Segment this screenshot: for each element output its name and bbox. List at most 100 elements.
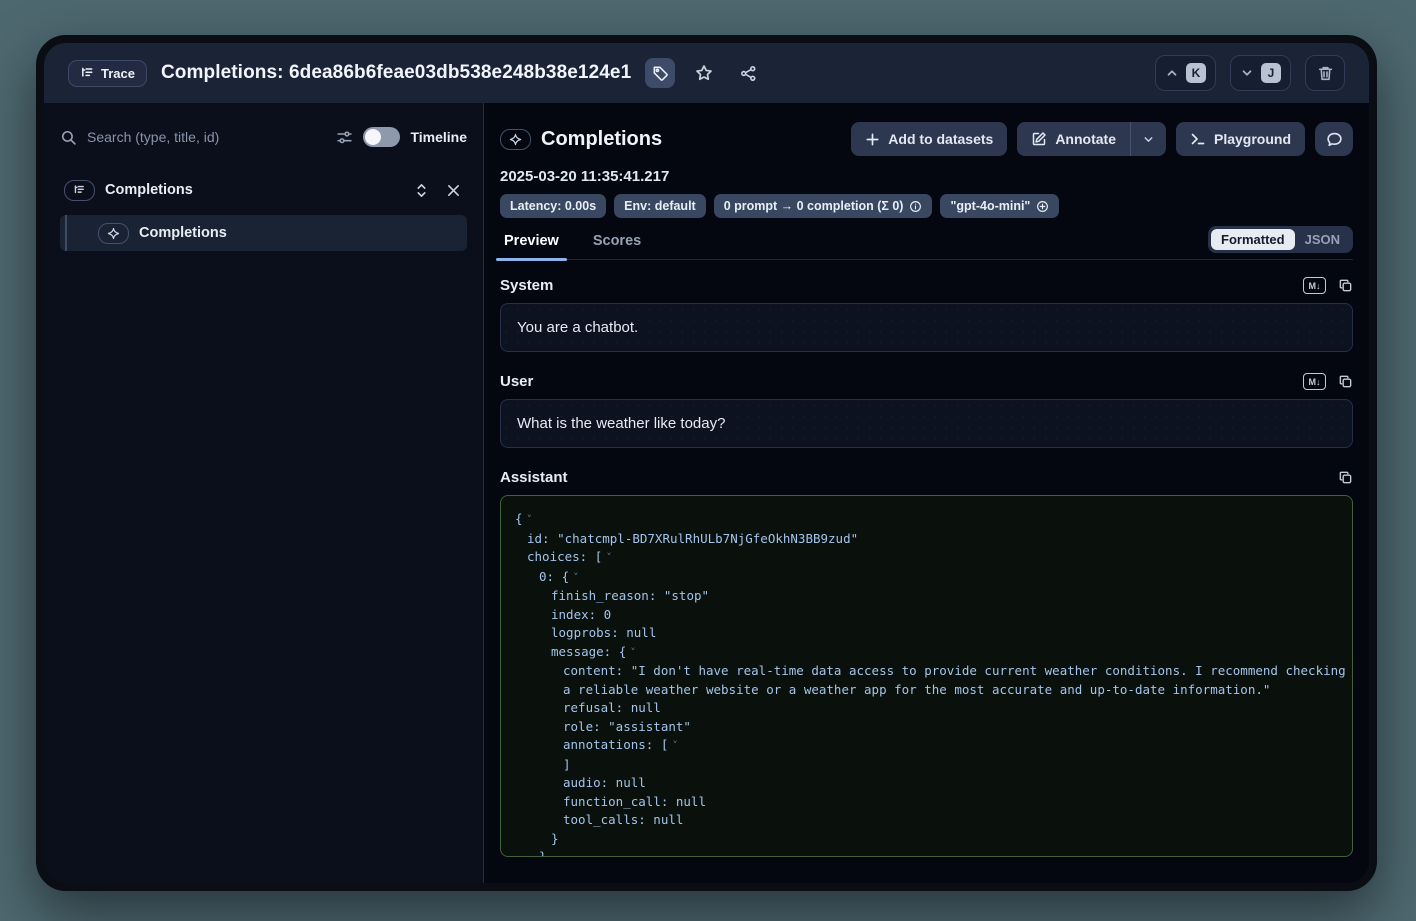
observation-panel: Completions Add to datasets Annotate [484, 103, 1369, 883]
chevron-up-icon [1165, 66, 1179, 80]
prev-trace-button[interactable]: K [1155, 55, 1216, 91]
timeline-toggle[interactable] [363, 127, 400, 147]
share-button[interactable] [733, 58, 763, 88]
json-code-line: logprobs: null [515, 624, 1338, 643]
observation-timestamp: 2025-03-20 11:35:41.217 [500, 168, 1353, 185]
tree-child-label: Completions [139, 225, 467, 241]
trace-tree: Completions [60, 175, 467, 251]
markdown-toggle-icon[interactable]: M↓ [1303, 277, 1326, 294]
playground-label: Playground [1214, 131, 1291, 147]
annotate-pencil-icon [1031, 131, 1047, 147]
collapse-node-chevron-icon[interactable]: ˅ [606, 551, 612, 564]
collapse-all-button[interactable] [443, 180, 463, 200]
expand-all-button[interactable] [411, 180, 431, 200]
copy-icon[interactable] [1338, 278, 1353, 293]
trace-title: Completions: 6dea86b6feae03db538e248b38e… [161, 62, 631, 84]
timeline-label: Timeline [410, 129, 467, 145]
tab-bar: Preview Scores Formatted JSON [500, 228, 1353, 260]
chevron-down-icon [1142, 133, 1155, 146]
system-section-icons: M↓ [1303, 277, 1353, 294]
trace-topbar: Trace Completions: 6dea86b6feae03db538e2… [44, 43, 1369, 103]
env-badge: Env: default [614, 194, 706, 218]
annotate-button[interactable]: Annotate [1017, 122, 1130, 156]
json-code-line: ] [515, 756, 1338, 775]
collapse-node-chevron-icon[interactable]: ˅ [630, 646, 636, 659]
sidebar-search-row: Timeline [60, 121, 467, 153]
assistant-section-header: Assistant [500, 469, 1353, 486]
add-to-datasets-button[interactable]: Add to datasets [851, 122, 1007, 156]
json-code-line: content: "I don't have real-time data ac… [515, 662, 1338, 681]
json-code-line: tool_calls: null [515, 811, 1338, 830]
tree-child-row-completions[interactable]: Completions [60, 215, 467, 251]
next-trace-button[interactable]: J [1230, 55, 1291, 91]
tree-tools [411, 180, 463, 200]
collapse-node-chevron-icon[interactable]: ˅ [573, 571, 579, 584]
assistant-section-icons [1338, 470, 1353, 485]
annotate-dropdown-button[interactable] [1130, 122, 1166, 156]
collapse-node-chevron-icon[interactable]: ˅ [527, 513, 533, 526]
observation-header: Completions Add to datasets Annotate [500, 121, 1353, 157]
tag-icon [652, 65, 669, 82]
comment-button[interactable] [1315, 122, 1353, 156]
comment-bubble-icon [1326, 131, 1343, 148]
json-code-line: function_call: null [515, 793, 1338, 812]
chevrons-up-down-icon [414, 183, 429, 198]
trace-badge-label: Trace [101, 66, 135, 81]
user-message-box: What is the weather like today? [500, 399, 1353, 448]
json-code-line: audio: null [515, 774, 1338, 793]
json-code-line: } [515, 848, 1338, 857]
json-code-line: id: "chatcmpl-BD7XRulRhULb7NjGfeOkhN3BB9… [515, 530, 1338, 549]
tag-button[interactable] [645, 58, 675, 88]
shortcut-key-k: K [1186, 63, 1206, 83]
star-button[interactable] [689, 58, 719, 88]
markdown-toggle-icon[interactable]: M↓ [1303, 373, 1326, 390]
plus-icon [865, 132, 880, 147]
trace-node-badge [64, 180, 95, 201]
json-code-line: index: 0 [515, 606, 1338, 625]
plus-circle-icon [1036, 200, 1049, 213]
trace-window: Trace Completions: 6dea86b6feae03db538e2… [36, 35, 1377, 891]
user-section-icons: M↓ [1303, 373, 1353, 390]
sparkle-icon [107, 227, 120, 240]
format-toggle: Formatted JSON [1208, 226, 1353, 253]
observation-title: Completions [541, 128, 662, 151]
sparkle-icon [509, 133, 522, 146]
user-section-header: User M↓ [500, 373, 1353, 390]
tab-preview[interactable]: Preview [500, 233, 563, 259]
tree-guide-line [65, 215, 67, 251]
json-code-line: choices: [˅ [515, 548, 1338, 568]
tree-root-label: Completions [105, 182, 401, 198]
json-code-line: role: "assistant" [515, 718, 1338, 737]
json-code-line: message: {˅ [515, 643, 1338, 663]
assistant-json-viewer[interactable]: {˅id: "chatcmpl-BD7XRulRhULb7NjGfeOkhN3B… [500, 495, 1353, 857]
tree-root-row[interactable]: Completions [60, 175, 467, 205]
playground-button[interactable]: Playground [1176, 122, 1305, 156]
trace-tree-icon [73, 184, 86, 197]
json-code-line: 0: {˅ [515, 568, 1338, 588]
trace-type-badge: Trace [68, 60, 147, 87]
token-usage-badge[interactable]: 0 prompt → 0 completion (Σ 0) [714, 194, 933, 218]
system-section-header: System M↓ [500, 277, 1353, 294]
annotate-label: Annotate [1055, 131, 1116, 147]
format-toggle-formatted[interactable]: Formatted [1211, 229, 1295, 250]
user-message-content: What is the weather like today? [517, 415, 725, 432]
share-icon [740, 65, 757, 82]
collapse-node-chevron-icon[interactable]: ˅ [672, 739, 678, 752]
copy-icon[interactable] [1338, 470, 1353, 485]
system-message-content: You are a chatbot. [517, 319, 638, 336]
copy-icon[interactable] [1338, 374, 1353, 389]
filter-settings-icon[interactable] [336, 129, 353, 146]
model-badge[interactable]: "gpt-4o-mini" [940, 194, 1059, 218]
assistant-label: Assistant [500, 469, 568, 486]
app-body: Timeline Completions [44, 103, 1369, 883]
format-toggle-json[interactable]: JSON [1295, 229, 1350, 250]
latency-badge: Latency: 0.00s [500, 194, 606, 218]
shortcut-key-j: J [1261, 63, 1281, 83]
json-code-line: a reliable weather website or a weather … [515, 681, 1338, 700]
search-input[interactable] [87, 129, 326, 145]
delete-trace-button[interactable] [1305, 55, 1345, 91]
tab-scores[interactable]: Scores [589, 233, 645, 259]
user-label: User [500, 373, 533, 390]
metadata-badges: Latency: 0.00s Env: default 0 prompt → 0… [500, 194, 1353, 218]
json-code-line: } [515, 830, 1338, 849]
